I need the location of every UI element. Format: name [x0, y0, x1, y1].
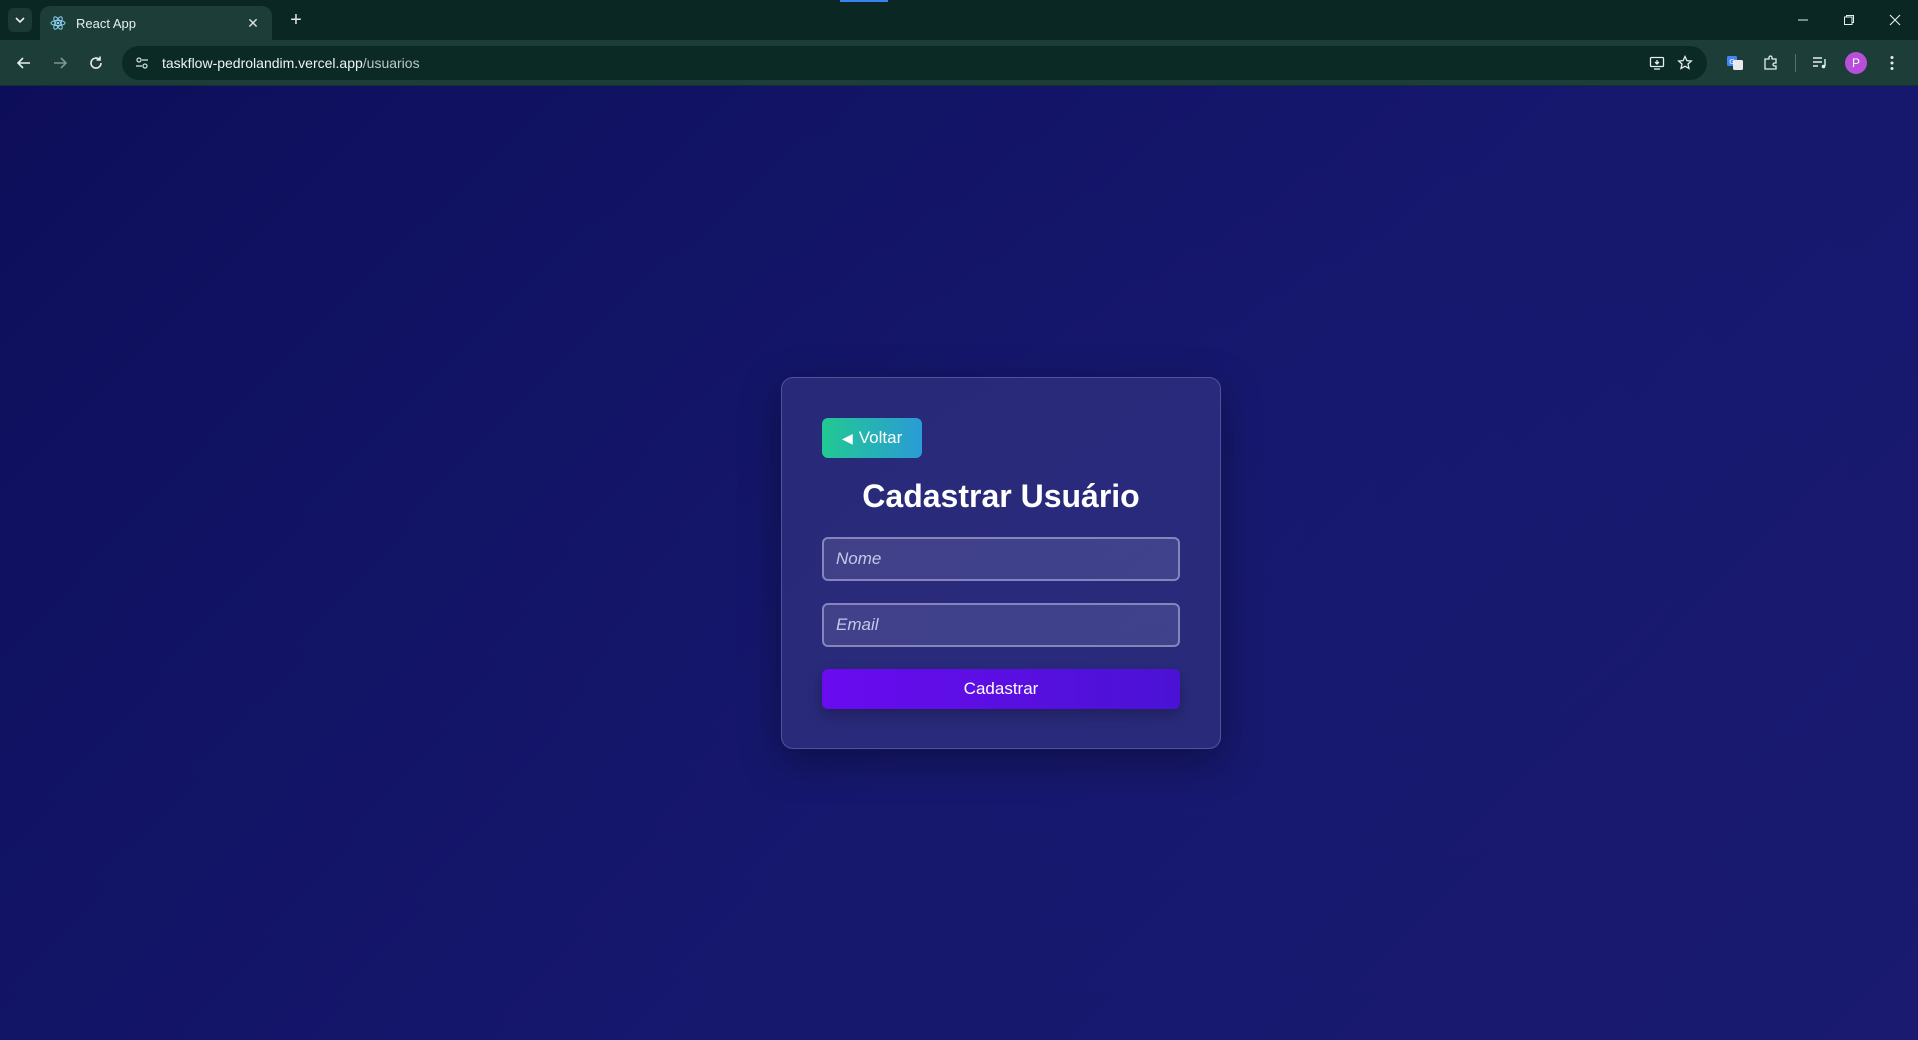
window-controls	[1780, 0, 1918, 40]
tab-react-app[interactable]: React App ✕	[40, 6, 272, 40]
toolbar-separator	[1795, 53, 1796, 72]
reload-icon[interactable]	[80, 47, 112, 79]
url-host: taskflow-pedrolandim.vercel.app	[162, 54, 363, 71]
url-text[interactable]: taskflow-pedrolandim.vercel.app/usuarios	[162, 55, 1643, 71]
minimize-icon[interactable]	[1780, 0, 1826, 40]
register-button[interactable]: Cadastrar	[822, 669, 1180, 709]
tab-close-icon[interactable]: ✕	[244, 14, 262, 32]
forward-arrow-icon[interactable]	[44, 47, 76, 79]
profile-avatar[interactable]: P	[1838, 47, 1874, 79]
avatar: P	[1845, 51, 1867, 74]
email-input[interactable]	[822, 603, 1180, 647]
tab-title: React App	[76, 15, 136, 31]
restore-icon[interactable]	[1826, 0, 1872, 40]
install-app-icon[interactable]	[1643, 49, 1671, 77]
address-bar[interactable]: taskflow-pedrolandim.vercel.app/usuarios	[122, 45, 1707, 80]
bookmark-star-icon[interactable]	[1671, 49, 1699, 77]
media-controls-icon[interactable]	[1802, 47, 1838, 79]
tab-strip: React App ✕ +	[0, 0, 1918, 40]
register-user-card: ◀ Voltar Cadastrar Usuário Cadastrar	[781, 377, 1221, 749]
new-tab-plus-icon[interactable]: +	[284, 8, 308, 32]
browser-toolbar: taskflow-pedrolandim.vercel.app/usuarios…	[0, 40, 1918, 86]
svg-text:G: G	[1729, 58, 1734, 66]
name-input[interactable]	[822, 537, 1180, 581]
menu-kebab-icon[interactable]	[1874, 47, 1910, 79]
url-path: /usuarios	[362, 54, 420, 71]
site-info-icon[interactable]	[130, 51, 154, 75]
back-triangle-icon: ◀	[842, 429, 853, 446]
toolbar-icons: G P	[1717, 47, 1910, 79]
page-title: Cadastrar Usuário	[862, 478, 1140, 514]
back-arrow-icon[interactable]	[8, 47, 40, 79]
back-button[interactable]: ◀ Voltar	[822, 418, 923, 458]
loading-indicator	[840, 0, 888, 2]
back-button-label: Voltar	[858, 428, 903, 447]
extensions-puzzle-icon[interactable]	[1753, 47, 1789, 79]
browser-window: React App ✕ + taskflow-pedrolandim.verce…	[0, 0, 1918, 1040]
translate-extension-icon[interactable]: G	[1717, 47, 1753, 79]
close-window-icon[interactable]	[1872, 0, 1918, 40]
react-logo-icon	[50, 15, 66, 31]
page-content: ◀ Voltar Cadastrar Usuário Cadastrar	[0, 86, 1918, 1040]
tab-search-chevron-icon[interactable]	[8, 8, 32, 32]
